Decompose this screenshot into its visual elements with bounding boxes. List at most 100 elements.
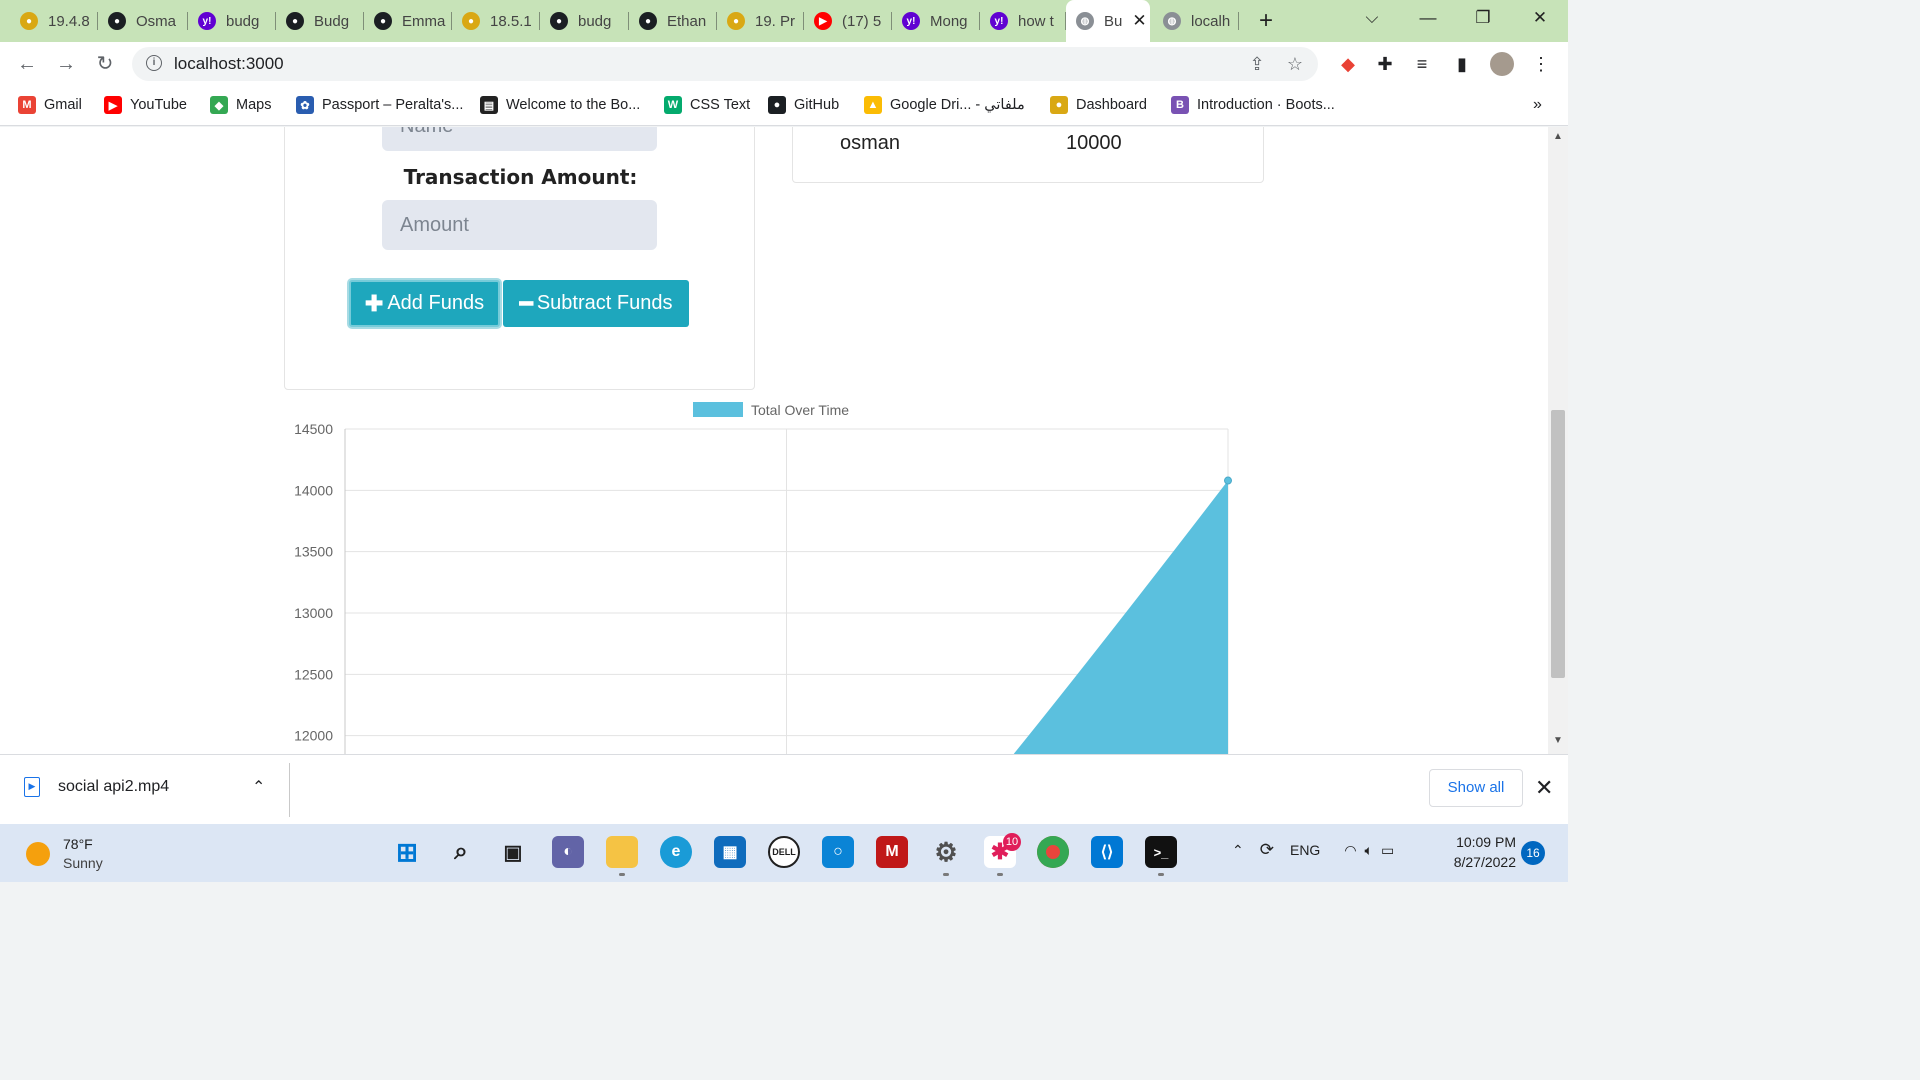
bookmark-item[interactable]: ▶ YouTube (104, 94, 187, 116)
media-queue-icon[interactable]: ≡ (1410, 52, 1434, 76)
transactions-table-card: osman 10000 (792, 127, 1264, 183)
battery-icon[interactable]: ▭ (1381, 842, 1394, 859)
share-icon[interactable]: ⇪ (1245, 52, 1269, 76)
scroll-down-arrow[interactable]: ▼ (1553, 735, 1563, 746)
tab[interactable]: ● 18.5.1 (452, 6, 540, 36)
tab-title: Ethan (667, 12, 707, 30)
side-panel-icon[interactable]: ▮ (1450, 52, 1474, 76)
settings-gear-icon[interactable]: ⚙ (930, 836, 962, 876)
tab[interactable]: y! Mong (892, 6, 980, 36)
close-tab-icon[interactable]: ✕ (1132, 11, 1146, 31)
search-icon[interactable]: ⌕ (445, 836, 477, 868)
add-funds-button[interactable]: ✚ Add Funds (349, 280, 500, 327)
bookmark-item[interactable]: ● GitHub (768, 94, 839, 116)
bookmark-item[interactable]: ● Dashboard (1050, 94, 1147, 116)
legend-label[interactable]: Total Over Time (751, 402, 849, 418)
area-fill (1013, 480, 1228, 754)
edge-icon[interactable]: e (660, 836, 692, 868)
menu-dots-icon[interactable]: ⋮ (1529, 52, 1553, 76)
address-url[interactable]: localhost:3000 (174, 54, 284, 74)
tab-separator (1238, 12, 1239, 30)
tab[interactable]: ● Budg (276, 6, 364, 36)
tab[interactable]: ▶ (17) 5 (804, 6, 892, 36)
bookmark-item[interactable]: ✿ Passport – Peralta's... (296, 94, 463, 116)
file-explorer-icon[interactable] (606, 836, 638, 876)
extension-badge-icon[interactable]: ◆ (1336, 52, 1360, 76)
bookmarks-overflow-icon[interactable]: » (1533, 94, 1542, 116)
tab[interactable]: ● Osma (98, 6, 188, 36)
bookmark-label: GitHub (794, 97, 840, 113)
tab[interactable]: ● budg (540, 6, 629, 36)
forward-icon[interactable]: → (51, 50, 81, 78)
extensions-icon[interactable]: ✚ (1373, 52, 1397, 76)
chrome-icon[interactable] (1037, 836, 1069, 868)
clock[interactable]: 10:09 PM 8/27/2022 (1446, 834, 1516, 870)
yahoo-icon: y! (990, 12, 1008, 30)
yahoo-icon: y! (198, 12, 216, 30)
scroll-up-arrow[interactable]: ▲ (1553, 131, 1563, 142)
site-info-icon[interactable]: i (146, 55, 162, 71)
name-input[interactable]: Name (382, 127, 657, 151)
reload-icon[interactable]: ↻ (90, 50, 120, 78)
tab[interactable]: y! budg (188, 6, 276, 36)
tab[interactable]: y! how t (980, 6, 1066, 36)
minimize-icon[interactable]: — (1408, 6, 1448, 34)
bookmark-item[interactable]: ▲ Google Dri... - ملفاتي (864, 94, 1025, 116)
close-window-icon[interactable]: ✕ (1520, 6, 1560, 34)
mcafee-icon[interactable]: M (876, 836, 908, 868)
tab[interactable]: ◍ localh (1153, 6, 1239, 36)
slack-badge: 10 (1003, 833, 1021, 851)
show-hidden-icons-chevron[interactable]: ⌃ (1232, 842, 1244, 859)
subtract-funds-button[interactable]: ━ Subtract Funds (503, 280, 689, 327)
task-view-icon[interactable]: ▣ (497, 836, 529, 868)
course-icon: ● (462, 12, 480, 30)
tab-title: (17) 5 (842, 12, 882, 30)
profile-avatar[interactable] (1490, 52, 1514, 76)
github-icon: ● (768, 96, 786, 114)
cortana-icon[interactable]: ○ (822, 836, 854, 868)
show-all-button[interactable]: Show all (1429, 769, 1523, 807)
restore-icon[interactable]: ❐ (1463, 6, 1503, 34)
page-scrollbar[interactable]: ▲ ▼ (1548, 127, 1568, 754)
bookmark-item[interactable]: W CSS Text (664, 94, 750, 116)
new-tab-button[interactable]: + (1252, 7, 1280, 35)
address-bar[interactable]: i localhost:3000 ⇪ ☆ (132, 47, 1318, 81)
bookmark-item[interactable]: ▤ Welcome to the Bo... (480, 94, 640, 116)
tab[interactable]: ● Ethan (629, 6, 717, 36)
bookmark-star-icon[interactable]: ☆ (1283, 52, 1307, 76)
notification-count-badge[interactable]: 16 (1521, 841, 1545, 865)
bookmark-label: CSS Text (690, 97, 751, 113)
vscode-icon[interactable]: ⟨⟩ (1091, 836, 1123, 868)
download-item[interactable]: ▶ social api2.mp4 (24, 777, 169, 797)
language-indicator[interactable]: ENG (1290, 842, 1320, 858)
back-icon[interactable]: ← (12, 50, 42, 78)
data-point[interactable] (1224, 476, 1232, 485)
tab-search-icon[interactable]: ⌵ (1352, 6, 1392, 34)
store-icon[interactable]: ▦ (714, 836, 746, 868)
wifi-icon[interactable]: ◠ (1344, 842, 1356, 859)
start-icon[interactable]: ⊞ (391, 836, 423, 868)
terminal-icon[interactable]: >_ (1145, 836, 1177, 876)
tab[interactable]: ● 19.4.8 (10, 6, 98, 36)
subtract-funds-label: Subtract Funds (536, 292, 673, 314)
chevron-up-icon[interactable]: ⌃ (252, 777, 265, 797)
amount-input[interactable]: Amount (382, 200, 657, 250)
bookmark-item[interactable]: ◆ Maps (210, 94, 271, 116)
scroll-thumb[interactable] (1551, 410, 1565, 678)
sync-icon[interactable]: ⟳ (1260, 840, 1274, 860)
dell-icon[interactable]: DELL (768, 836, 800, 868)
close-download-bar-icon[interactable]: ✕ (1535, 775, 1553, 801)
github-icon: ● (374, 12, 392, 30)
tab[interactable]: ● Emma (364, 6, 452, 36)
legend-swatch[interactable] (693, 402, 743, 417)
weather-widget[interactable]: 78°F Sunny (26, 836, 103, 871)
bookmark-item[interactable]: B Introduction · Boots... (1171, 94, 1335, 116)
total-over-time-chart: 1450014000135001300012500120001150011000… (294, 402, 1232, 754)
tab[interactable]: ● 19. Pr (717, 6, 804, 36)
bookmark-item[interactable]: M Gmail (18, 94, 82, 116)
volume-icon[interactable]: 🔈︎ (1365, 842, 1373, 859)
y-tick-label: 14500 (294, 421, 333, 437)
teams-chat-icon[interactable]: ◐ (552, 836, 584, 868)
drive-icon: ▲ (864, 96, 882, 114)
tab-active[interactable]: ◍ Bu ✕ (1066, 0, 1150, 42)
